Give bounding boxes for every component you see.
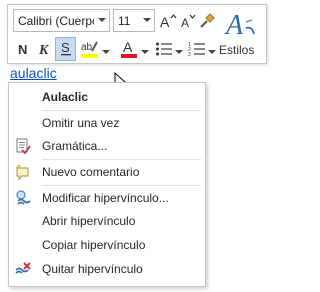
numbering-dropdown[interactable]: [208, 42, 216, 64]
font-size-value: 11: [118, 14, 131, 28]
numbered-list-icon: 1 2 3: [188, 42, 205, 57]
grammar-check-icon: [16, 138, 31, 154]
chevron-down-icon[interactable]: [143, 18, 151, 22]
menu-item-omitir-una-vez[interactable]: Omitir una vez: [9, 112, 205, 134]
svg-text:3: 3: [188, 52, 191, 57]
hyperlink-text[interactable]: aulaclic: [10, 65, 57, 85]
context-menu: Aulaclic Omitir una vez Gramática... Nue…: [8, 82, 206, 287]
styles-button[interactable]: A: [220, 7, 260, 41]
chevron-down-icon: [175, 50, 183, 54]
chevron-down-icon: [141, 50, 149, 54]
bold-button[interactable]: N: [14, 38, 32, 60]
format-painter-button[interactable]: [198, 10, 216, 32]
bold-icon: N: [18, 42, 27, 57]
menu-item-abrir-hipervinculo[interactable]: Abrir hipervínculo: [9, 210, 205, 232]
underline-icon: S: [60, 40, 71, 56]
svg-text:ab: ab: [81, 42, 93, 53]
menu-separator: [42, 185, 201, 186]
format-painter-icon: [200, 13, 215, 28]
menu-item-copiar-hipervinculo[interactable]: Copiar hipervínculo: [9, 234, 205, 256]
menu-item-gramatica[interactable]: Gramática...: [9, 135, 205, 157]
menu-item-label: Nuevo comentario: [42, 165, 140, 179]
menu-item-modificar-hipervinculo[interactable]: Modificar hipervínculo...: [9, 187, 205, 209]
menu-item-label: Quitar hipervínculo: [42, 262, 143, 276]
bullets-dropdown[interactable]: [175, 42, 183, 64]
font-color-button[interactable]: A: [118, 38, 140, 60]
menu-item-label: Copiar hipervínculo: [42, 238, 146, 252]
grow-font-button[interactable]: A: [158, 10, 178, 32]
svg-text:A: A: [160, 14, 170, 30]
underline-button[interactable]: S: [55, 37, 76, 61]
bullets-button[interactable]: [154, 38, 174, 60]
numbering-button[interactable]: 1 2 3: [187, 38, 207, 60]
menu-item-label: Modificar hipervínculo...: [42, 191, 169, 205]
font-color-dropdown[interactable]: [141, 42, 149, 64]
hyperlink-label: aulaclic: [10, 65, 57, 81]
svg-text:A: A: [224, 10, 244, 40]
chevron-down-icon: [208, 50, 216, 54]
new-comment-icon: [15, 164, 29, 180]
suggestion-label: Aulaclic: [42, 90, 89, 104]
grow-font-icon: A: [160, 14, 177, 30]
menu-separator: [42, 110, 201, 111]
svg-text:S: S: [61, 40, 70, 55]
menu-item-nuevo-comentario[interactable]: Nuevo comentario: [9, 161, 205, 183]
styles-icon: A: [224, 10, 255, 40]
shrink-font-button[interactable]: A: [179, 10, 197, 32]
remove-hyperlink-icon: [15, 262, 31, 274]
suggestion-aulaclic[interactable]: Aulaclic: [9, 86, 205, 108]
menu-item-quitar-hipervinculo[interactable]: Quitar hipervínculo: [9, 258, 205, 280]
edit-hyperlink-icon: [16, 190, 31, 205]
highlight-dropdown[interactable]: [102, 42, 110, 64]
menu-item-label: Omitir una vez: [42, 116, 120, 130]
shrink-font-icon: A: [181, 14, 196, 30]
svg-text:K: K: [38, 43, 50, 57]
chevron-down-icon: [102, 50, 110, 54]
font-color-icon: A: [121, 39, 137, 58]
menu-item-label: Abrir hipervínculo: [42, 214, 136, 228]
menu-item-label: Gramática...: [42, 139, 108, 153]
highlight-button[interactable]: ab: [79, 38, 101, 60]
bullet-list-icon: [156, 42, 172, 56]
svg-text:A: A: [123, 39, 133, 55]
chevron-down-icon[interactable]: [98, 18, 106, 22]
svg-text:A: A: [181, 16, 189, 30]
highlighter-icon: ab: [81, 41, 98, 58]
mini-toolbar: Calibri (Cuerpc 11 A A A Estilos N K S a…: [7, 4, 267, 64]
font-name-value: Calibri (Cuerpc: [18, 14, 94, 28]
menu-separator: [42, 159, 201, 160]
italic-icon: K: [38, 43, 50, 57]
svg-text:N: N: [18, 42, 27, 57]
italic-button[interactable]: K: [34, 38, 52, 60]
styles-label: Estilos: [219, 43, 255, 57]
font-size-combobox[interactable]: 11: [113, 9, 155, 32]
font-name-combobox[interactable]: Calibri (Cuerpc: [13, 9, 110, 32]
